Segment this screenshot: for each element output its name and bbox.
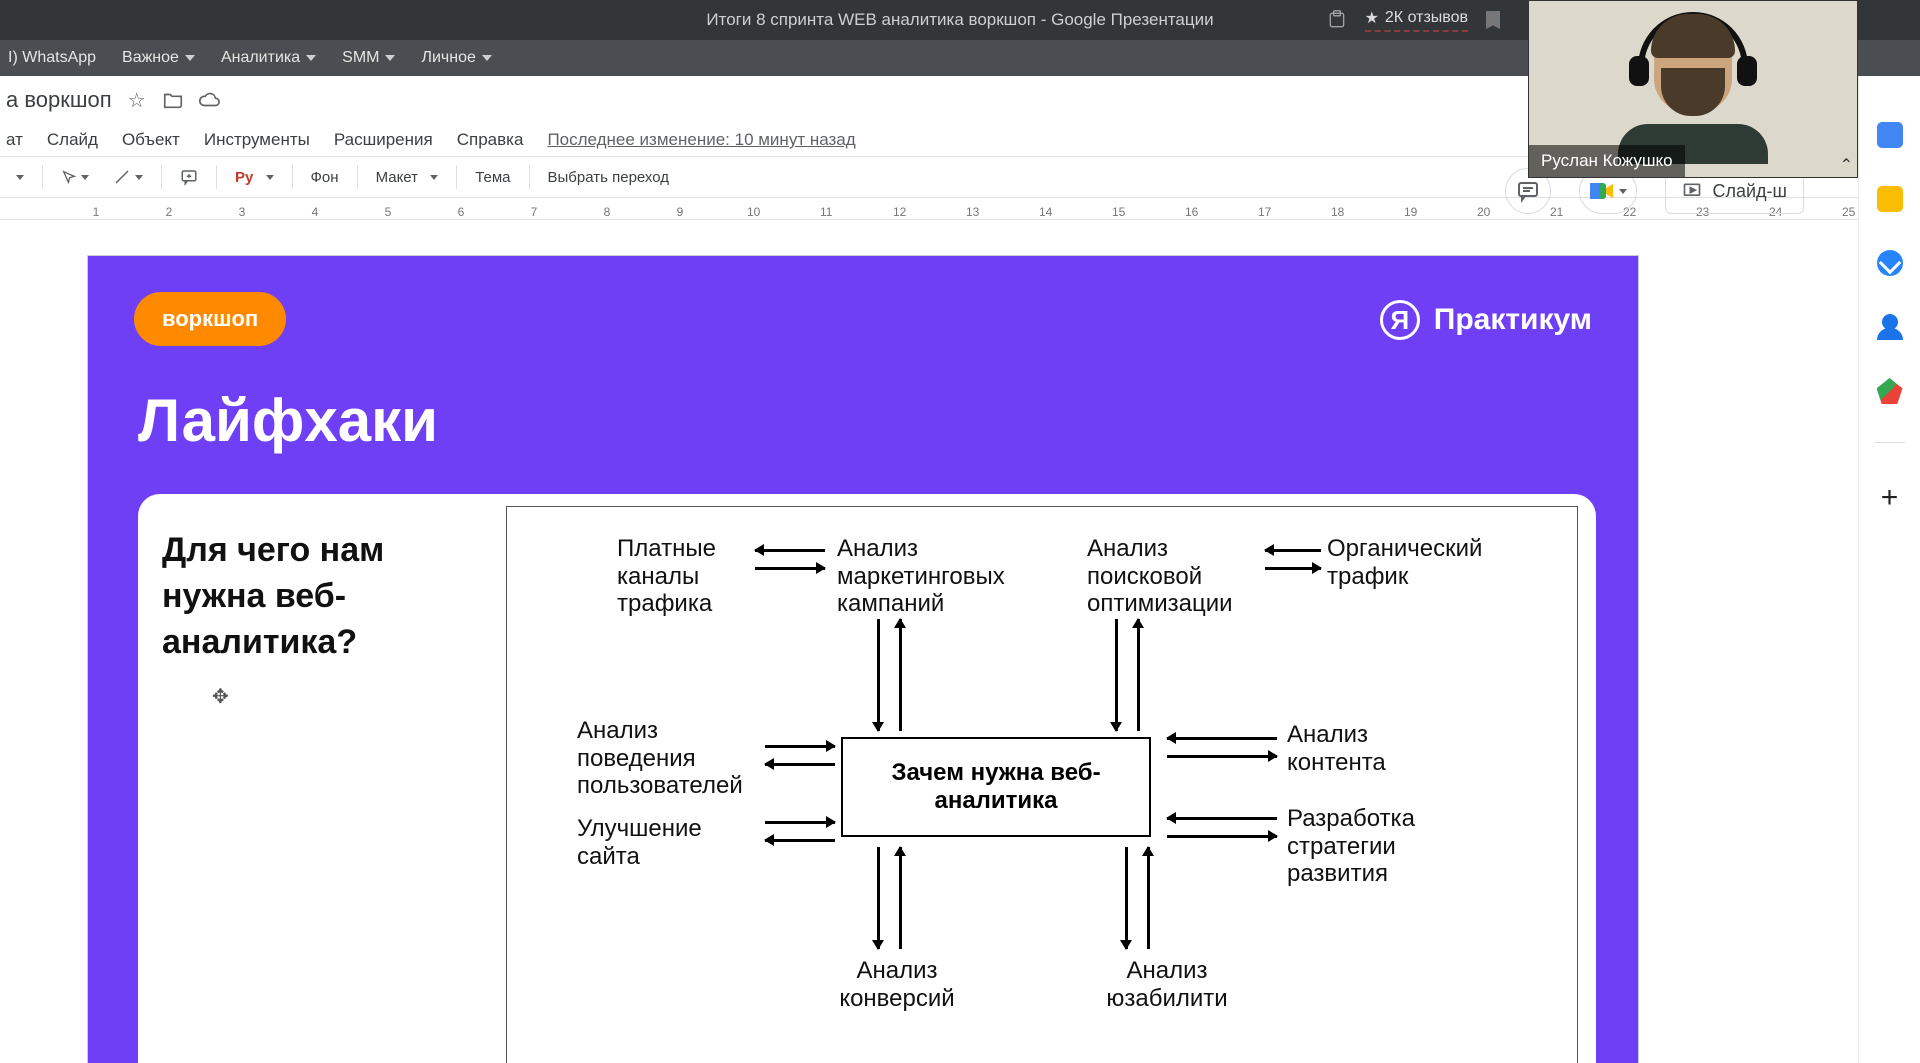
theme-button[interactable]: Тема (465, 165, 520, 190)
bookmark-folder-smm[interactable]: SMM (342, 49, 395, 67)
font-family[interactable]: Py (225, 165, 284, 190)
slide-title: Лайфхаки (138, 386, 438, 455)
add-addon-button[interactable]: + (1881, 481, 1899, 515)
cloud-status-icon[interactable] (198, 89, 220, 111)
chevron-down-icon (1619, 189, 1627, 194)
node-strategy: Разработка стратегии развития (1287, 805, 1467, 888)
node-behavior: Анализ поведения пользователей (577, 717, 777, 800)
present-label: Слайд-ш (1712, 181, 1787, 202)
card-question: Для чего нам нужна веб-аналитика? (162, 528, 482, 666)
slides-app: а воркшоп ☆ ат Слайд Объект Инструменты … (0, 76, 1858, 1063)
diagram: Платные каналы трафика Анализ маркетинго… (506, 506, 1578, 1063)
transition-button[interactable]: Выбрать переход (538, 165, 680, 190)
webcam-person (1633, 10, 1753, 160)
node-usab: Анализ юзабилити (1087, 957, 1247, 1012)
content-card: Для чего нам нужна веб-аналитика? ✥ Плат… (138, 494, 1596, 1063)
slide[interactable]: воркшоп Я Практикум Лайфхаки Для чего на… (88, 256, 1638, 1063)
node-improve: Улучшение сайта (577, 815, 757, 870)
extension-icon[interactable] (1327, 10, 1347, 30)
select-tool[interactable] (51, 165, 99, 189)
bookmark-item-whatsapp[interactable]: I) WhatsApp (8, 49, 96, 67)
bookmark-folder-analytics[interactable]: Аналитика (221, 49, 316, 67)
bookmark-folder-important[interactable]: Важное (122, 49, 195, 67)
last-edit-link[interactable]: Последнее изменение: 10 минут назад (547, 130, 855, 150)
move-folder-icon[interactable] (162, 89, 184, 111)
chevron-down-icon (482, 55, 492, 61)
node-seo: Анализ поисковой оптимизации (1087, 535, 1287, 618)
collapse-icon[interactable]: ⌃ (1840, 155, 1853, 175)
tasks-icon[interactable] (1877, 250, 1903, 276)
node-campaigns: Анализ маркетинговых кампаний (837, 535, 1037, 618)
node-content: Анализ контента (1287, 721, 1447, 776)
layout-button[interactable]: Макет (366, 165, 449, 190)
maps-icon[interactable] (1877, 378, 1903, 404)
menu-extensions[interactable]: Расширения (334, 130, 433, 150)
slide-canvas[interactable]: воркшоп Я Практикум Лайфхаки Для чего на… (0, 220, 1858, 1063)
zoom-dropdown[interactable] (6, 171, 34, 184)
menu-help[interactable]: Справка (457, 130, 524, 150)
node-conv: Анализ конверсий (817, 957, 977, 1012)
line-tool[interactable] (103, 164, 153, 190)
node-paid: Платные каналы трафика (617, 535, 757, 618)
keep-icon[interactable] (1877, 186, 1903, 212)
menu-slide[interactable]: Слайд (47, 130, 98, 150)
menu-format[interactable]: ат (6, 130, 23, 150)
yandex-logo-icon: Я (1380, 300, 1420, 340)
tag-badge: воркшоп (134, 292, 286, 346)
menu-object[interactable]: Объект (122, 130, 180, 150)
bookmark-icon[interactable] (1486, 11, 1500, 29)
diagram-center: Зачем нужна веб-аналитика (841, 737, 1151, 837)
reviews-text: 2К отзывов (1385, 9, 1468, 27)
move-cursor-icon: ✥ (212, 684, 229, 709)
star-icon: ★ (1365, 8, 1379, 28)
webcam-overlay: Руслан Кожушко ⌃ (1528, 0, 1858, 178)
side-panel: + (1858, 76, 1920, 1063)
calendar-icon[interactable] (1877, 122, 1903, 148)
doc-title[interactable]: а воркшоп (6, 87, 112, 113)
webcam-name: Руслан Кожушко (1529, 145, 1685, 177)
background-button[interactable]: Фон (301, 165, 349, 190)
bookmark-folder-personal[interactable]: Личное (421, 49, 491, 67)
comment-tool[interactable] (170, 164, 208, 190)
chevron-down-icon (185, 55, 195, 61)
brand-logo: Я Практикум (1380, 300, 1592, 340)
browser-tab-title: Итоги 8 спринта WEB аналитика воркшоп - … (706, 10, 1213, 30)
reviews-badge[interactable]: ★ 2К отзывов (1365, 8, 1468, 32)
node-organic: Органический трафик (1327, 535, 1507, 590)
chevron-down-icon (306, 55, 316, 61)
menu-tools[interactable]: Инструменты (204, 130, 310, 150)
contacts-icon[interactable] (1877, 314, 1903, 340)
brand-text: Практикум (1434, 303, 1592, 337)
chevron-down-icon (385, 55, 395, 61)
star-icon[interactable]: ☆ (126, 89, 148, 111)
